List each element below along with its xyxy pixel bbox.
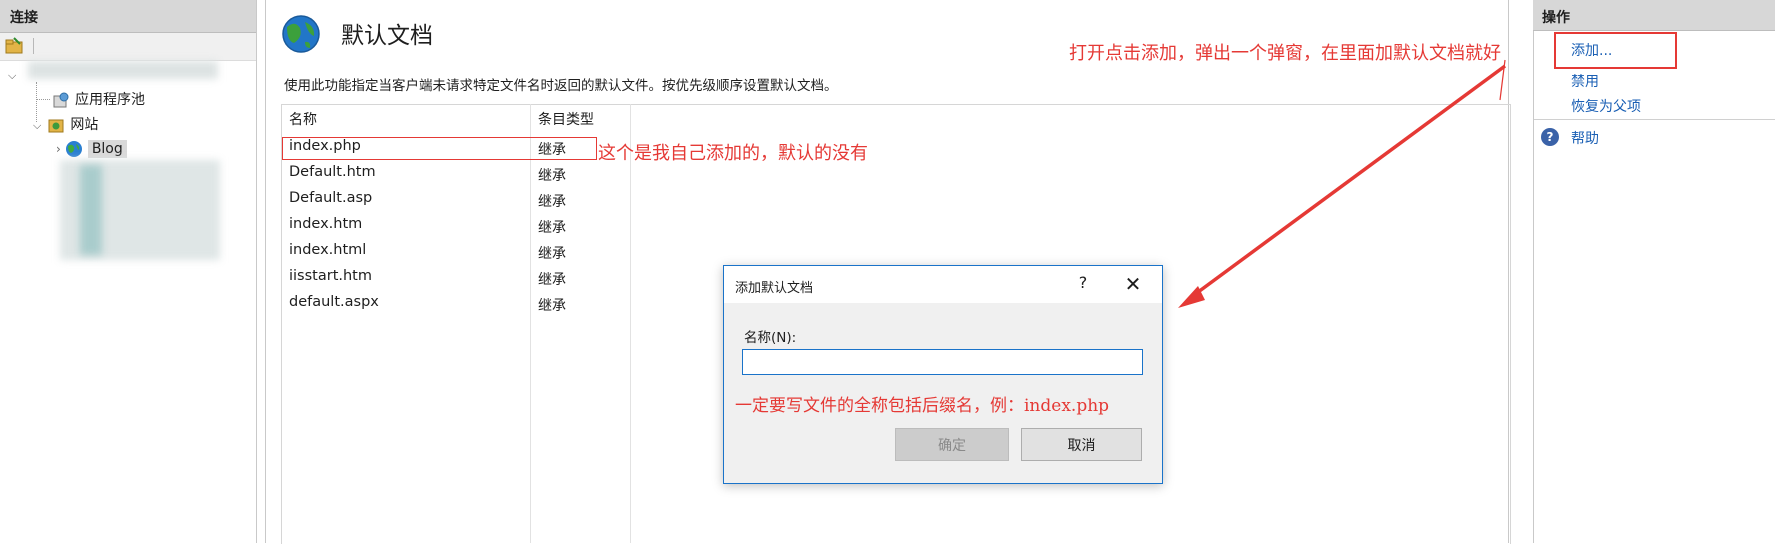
close-icon[interactable]: ✕ [1121, 272, 1145, 296]
help-button[interactable]: ? [1073, 273, 1093, 292]
add-default-document-dialog: 添加默认文档 ? ✕ 名称(N): 一定要写文件的全称包括后缀名，例：index… [723, 265, 1163, 484]
annotation-top-note: 打开点击添加，弹出一个弹窗，在里面加默认文档就好 [1069, 43, 1501, 64]
ok-button[interactable]: 确定 [895, 428, 1009, 461]
cancel-button[interactable]: 取消 [1021, 428, 1142, 461]
name-field-label: 名称(N): [744, 330, 797, 346]
dialog-titlebar[interactable]: 添加默认文档 ? ✕ [724, 266, 1162, 303]
annotation-row-note: 这个是我自己添加的，默认的没有 [598, 143, 868, 164]
dialog-title: 添加默认文档 [735, 281, 814, 296]
annotation-dialog-note: 一定要写文件的全称包括后缀名，例：index.php [735, 396, 1110, 416]
name-input[interactable] [742, 349, 1143, 375]
annotation-arrow [1188, 64, 1507, 300]
